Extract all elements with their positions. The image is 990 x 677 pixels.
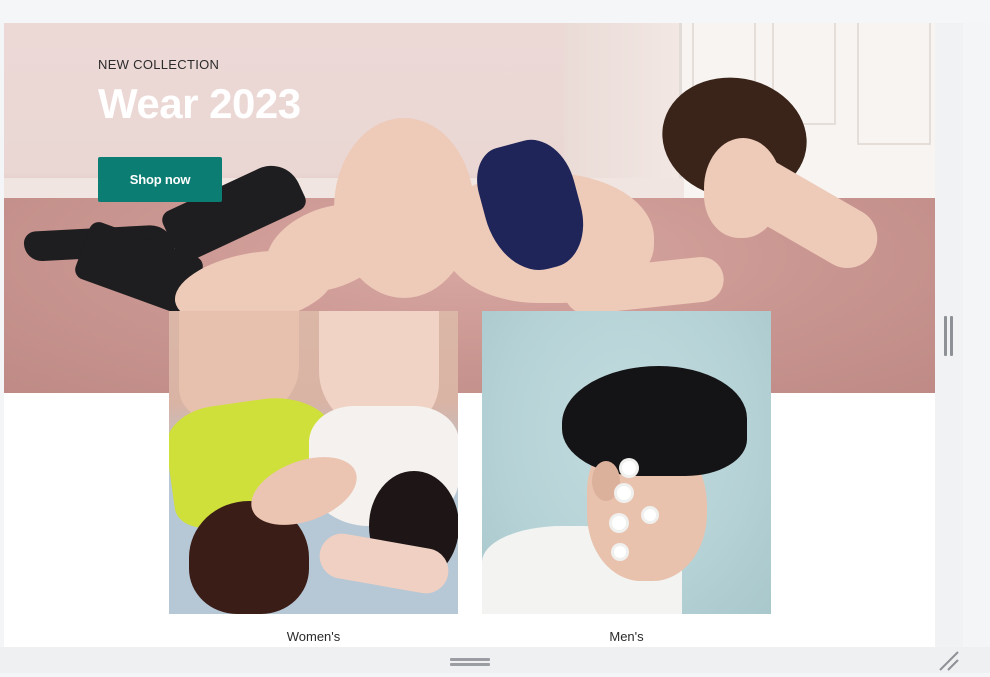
top-strip (0, 0, 990, 23)
corner-resize-grip-icon[interactable] (938, 650, 960, 672)
shop-now-button[interactable]: Shop now (98, 157, 222, 202)
bottom-gutter (0, 647, 990, 673)
hero-banner: NEW COLLECTION Wear 2023 Shop now (4, 23, 935, 393)
category-card-mens[interactable]: Men's (482, 311, 771, 644)
category-card-womens[interactable]: Women's (169, 311, 458, 644)
hero-eyebrow: NEW COLLECTION (98, 57, 220, 72)
womens-photo[interactable] (169, 311, 458, 614)
page-frame: NEW COLLECTION Wear 2023 Shop now Women'… (4, 23, 935, 647)
mens-label[interactable]: Men's (482, 629, 771, 644)
hero-title: Wear 2023 (98, 80, 301, 127)
horizontal-resize-handle-icon[interactable] (450, 658, 490, 666)
vertical-resize-handle-icon[interactable] (944, 316, 954, 356)
womens-label[interactable]: Women's (169, 629, 458, 644)
mens-photo[interactable] (482, 311, 771, 614)
hero-text: NEW COLLECTION Wear 2023 (98, 57, 301, 128)
